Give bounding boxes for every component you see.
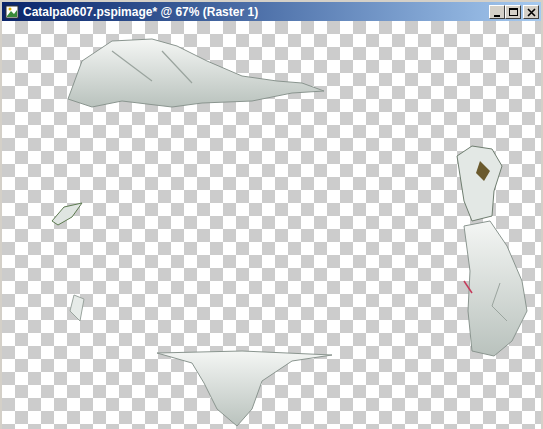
maximize-button[interactable] (505, 5, 521, 19)
photo-fragments (2, 21, 541, 429)
close-button[interactable] (523, 5, 539, 19)
image-canvas[interactable] (2, 21, 541, 429)
title-bar[interactable]: Catalpa0607.pspimage* @ 67% (Raster 1) (2, 2, 541, 21)
minimize-icon (491, 6, 504, 18)
maximize-icon (507, 6, 520, 18)
minimize-button[interactable] (489, 5, 505, 19)
document-window: Catalpa0607.pspimage* @ 67% (Raster 1) (0, 0, 543, 429)
window-title: Catalpa0607.pspimage* @ 67% (Raster 1) (23, 4, 486, 20)
document-icon[interactable] (4, 4, 20, 20)
close-icon (525, 6, 538, 18)
